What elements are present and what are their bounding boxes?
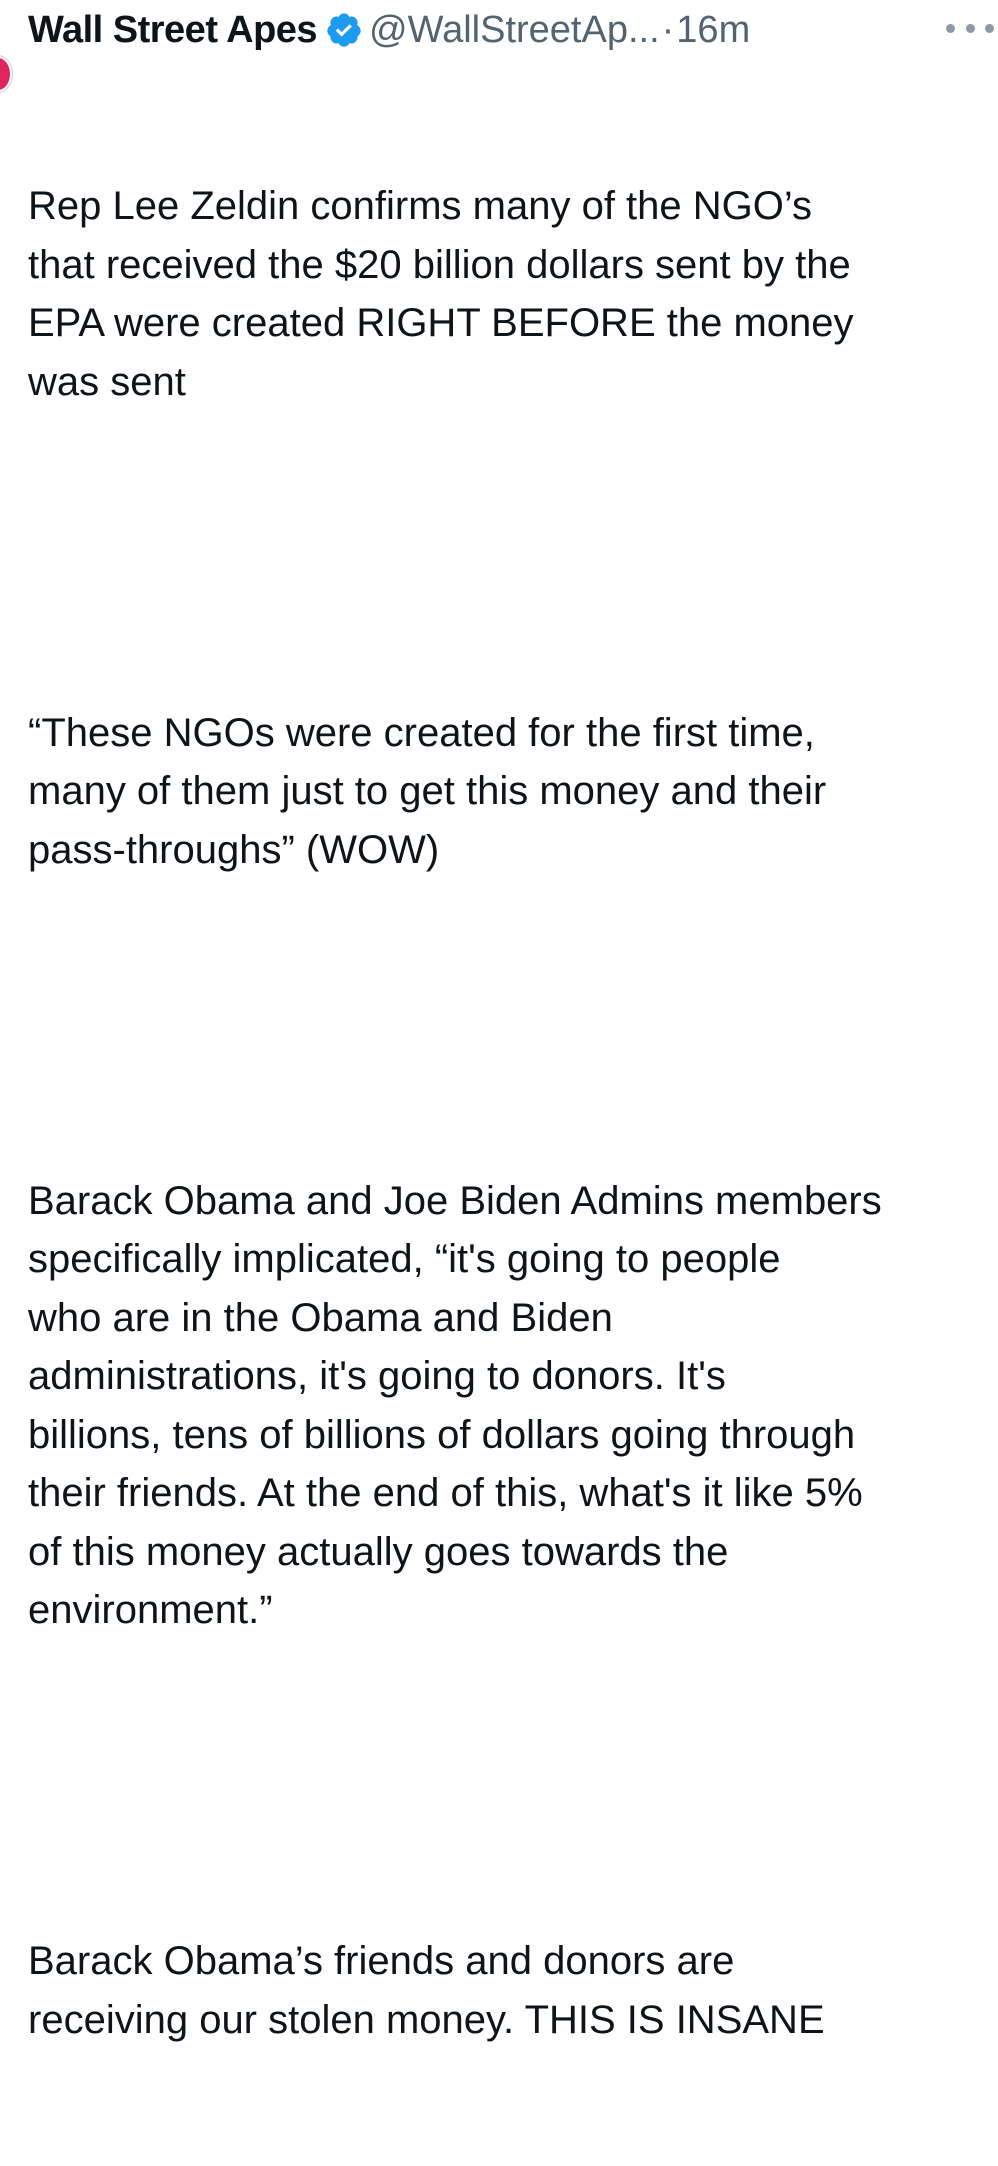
tweet-paragraph: Barack Obama and Joe Biden Admins member… [28, 1178, 882, 1633]
separator-dot: · [661, 8, 675, 51]
more-dot [985, 23, 994, 33]
tweet-body: Rep Lee Zeldin confirms many of the NGO’… [28, 60, 988, 2166]
more-horizontal-icon[interactable] [946, 16, 994, 40]
tweet-header: Wall Street Apes @WallStreetAp... · 16m [28, 0, 994, 60]
avatar[interactable] [0, 56, 12, 92]
author-display-name[interactable]: Wall Street Apes [28, 9, 318, 52]
tweet-paragraph: “These NGOs were created for the first t… [28, 710, 827, 872]
tweet-paragraph: Barack Obama’s friends and donors are re… [28, 1939, 825, 2042]
author-handle[interactable]: @WallStreetAp... [369, 9, 660, 52]
verified-badge-icon [327, 13, 361, 47]
more-dot [965, 23, 975, 33]
timestamp[interactable]: 16m [676, 9, 750, 52]
tweet: Wall Street Apes @WallStreetAp... · 16m … [28, 0, 994, 2166]
tweet-paragraph: Rep Lee Zeldin confirms many of the NGO’… [28, 184, 854, 404]
more-dot [946, 23, 955, 33]
